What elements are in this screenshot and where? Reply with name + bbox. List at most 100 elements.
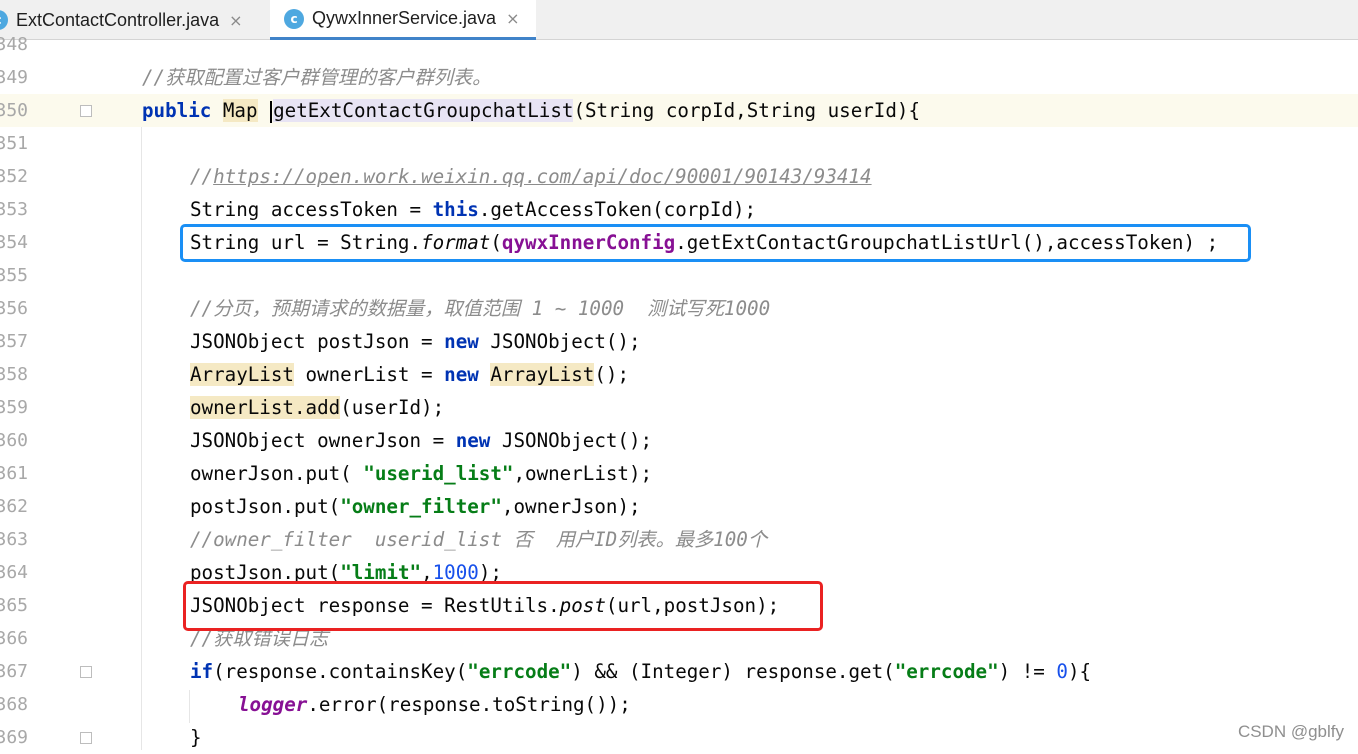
line-number: 365 [0,595,28,616]
line-number: 350 [0,100,28,121]
number-literal: 0 [1056,660,1068,683]
code-comment: //分页，预期请求的数据量，取值范围 1 ~ 1000 测试写死1000 [190,297,771,320]
java-class-icon: c [284,8,304,29]
code-segment: JSONObject ownerJson = [190,429,456,452]
code-line: 361 ownerJson.put( "userid_list",ownerLi… [0,457,1358,490]
code-text: //https://open.work.weixin.qq.com/api/do… [190,160,872,193]
line-number: 353 [0,199,28,220]
line-number: 368 [0,694,28,715]
java-class-icon: c [0,10,8,30]
code-text: postJson.put("owner_filter",ownerJson); [190,490,641,523]
code-segment: ownerList.add [190,396,341,419]
code-segment: ,ownerList); [513,462,653,485]
keyword: this [432,198,479,221]
code-segment: ) != [998,660,1057,683]
fold-icon[interactable] [80,666,92,678]
code-segment: ownerJson.put( [190,462,364,485]
code-text: ArrayList ownerList = new ArrayList(); [190,358,629,391]
string-literal: "owner_filter" [340,495,502,518]
code-segment: ownerList = [293,363,445,386]
line-number: 358 [0,364,28,385]
code-line: 356 //分页，预期请求的数据量，取值范围 1 ~ 1000 测试写死1000 [0,292,1358,325]
code-segment: ) && (Integer) response.get( [571,660,895,683]
code-line: 363 //owner_filter userid_list 否 用户ID列表。… [0,523,1358,556]
line-number: 360 [0,430,28,451]
field-name: logger [238,693,308,716]
code-comment: // [190,165,214,188]
line-number: 348 [0,34,28,55]
code-line: 348 [0,28,1358,61]
line-number: 364 [0,562,28,583]
code-segment: JSONObject postJson = [190,330,445,353]
keyword: new [444,330,479,353]
code-comment: //owner_filter userid_list 否 用户ID列表。最多10… [190,528,768,551]
method-name: getExtContactGroupchatList [273,99,574,122]
code-line: 349 //获取配置过客户群管理的客户群列表。 [0,61,1358,94]
code-text: logger.error(response.toString()); [238,688,631,721]
code-comment: //获取配置过客户群管理的客户群列表。 [142,66,492,89]
code-line: 367 if(response.containsKey("errcode") &… [0,655,1358,688]
code-line: 355 [0,259,1358,292]
code-segment: .getAccessToken(corpId); [478,198,757,221]
highlight-box-red [183,581,823,631]
doc-link[interactable]: https://open.work.weixin.qq.com/api/doc/… [213,165,871,188]
code-segment: JSONObject(); [478,330,641,353]
fold-icon[interactable] [80,105,92,117]
code-line: 359 ownerList.add(userId); [0,391,1358,424]
string-literal: "userid_list" [363,462,514,485]
line-number: 349 [0,67,28,88]
keyword: new [455,429,491,452]
watermark: CSDN @gblfy [1237,722,1344,741]
line-number: 366 [0,628,28,649]
code-text: public Map getExtContactGroupchatList(St… [142,94,920,127]
code-text: if(response.containsKey("errcode") && (I… [190,655,1091,688]
code-line: 353 String accessToken = this.getAccessT… [0,193,1358,226]
code-text: JSONObject postJson = new JSONObject(); [190,325,641,358]
line-number: 362 [0,496,28,517]
keyword: public [142,99,212,122]
string-literal: "errcode" [467,660,572,683]
code-line: 352 //https://open.work.weixin.qq.com/ap… [0,160,1358,193]
line-number: 357 [0,331,28,352]
code-line: 351 [0,127,1358,160]
code-line: 358 ArrayList ownerList = new ArrayList(… [0,358,1358,391]
code-text: } [190,726,202,749]
code-segment: String accessToken = [190,198,433,221]
code-text: String accessToken = this.getAccessToken… [190,193,756,226]
close-icon[interactable]: × [506,9,519,28]
line-number: 354 [0,232,28,253]
string-literal: "errcode" [894,660,999,683]
code-segment: postJson.put( [190,495,341,518]
text-caret [270,100,273,123]
code-segment: ,ownerJson); [501,495,641,518]
close-icon[interactable]: × [229,11,242,30]
highlight-box-blue [180,224,1251,262]
line-number: 367 [0,661,28,682]
type-name: Map [222,99,258,122]
code-params: (String corpId,String userId){ [573,99,921,122]
code-line: 362 postJson.put("owner_filter",ownerJso… [0,490,1358,523]
keyword: if [190,660,214,683]
code-segment: .error(response.toString()); [307,693,631,716]
code-line: 368 logger.error(response.toString()); [0,688,1358,721]
line-number: 355 [0,265,28,286]
code-line: 360 JSONObject ownerJson = new JSONObjec… [0,424,1358,457]
code-segment: ){ [1067,660,1092,683]
code-text: ownerJson.put( "userid_list",ownerList); [190,457,652,490]
line-number: 363 [0,529,28,550]
code-line: 369 } [0,721,1358,754]
code-line-current: 350 public Map getExtContactGroupchatLis… [0,94,1358,127]
line-number: 356 [0,298,28,319]
code-segment: (); [594,363,629,386]
line-number: 369 [0,727,28,748]
line-number: 351 [0,133,28,154]
code-text: ownerList.add(userId); [190,391,444,424]
fold-icon[interactable] [80,732,92,744]
line-number: 361 [0,463,28,484]
code-segment: JSONObject(); [490,429,653,452]
tab-label: QywxInnerService.java [312,8,497,28]
code-line: 357 JSONObject postJson = new JSONObject… [0,325,1358,358]
type-name: ArrayList [190,363,294,386]
type-name: ArrayList [490,363,595,386]
keyword: new [444,363,479,386]
